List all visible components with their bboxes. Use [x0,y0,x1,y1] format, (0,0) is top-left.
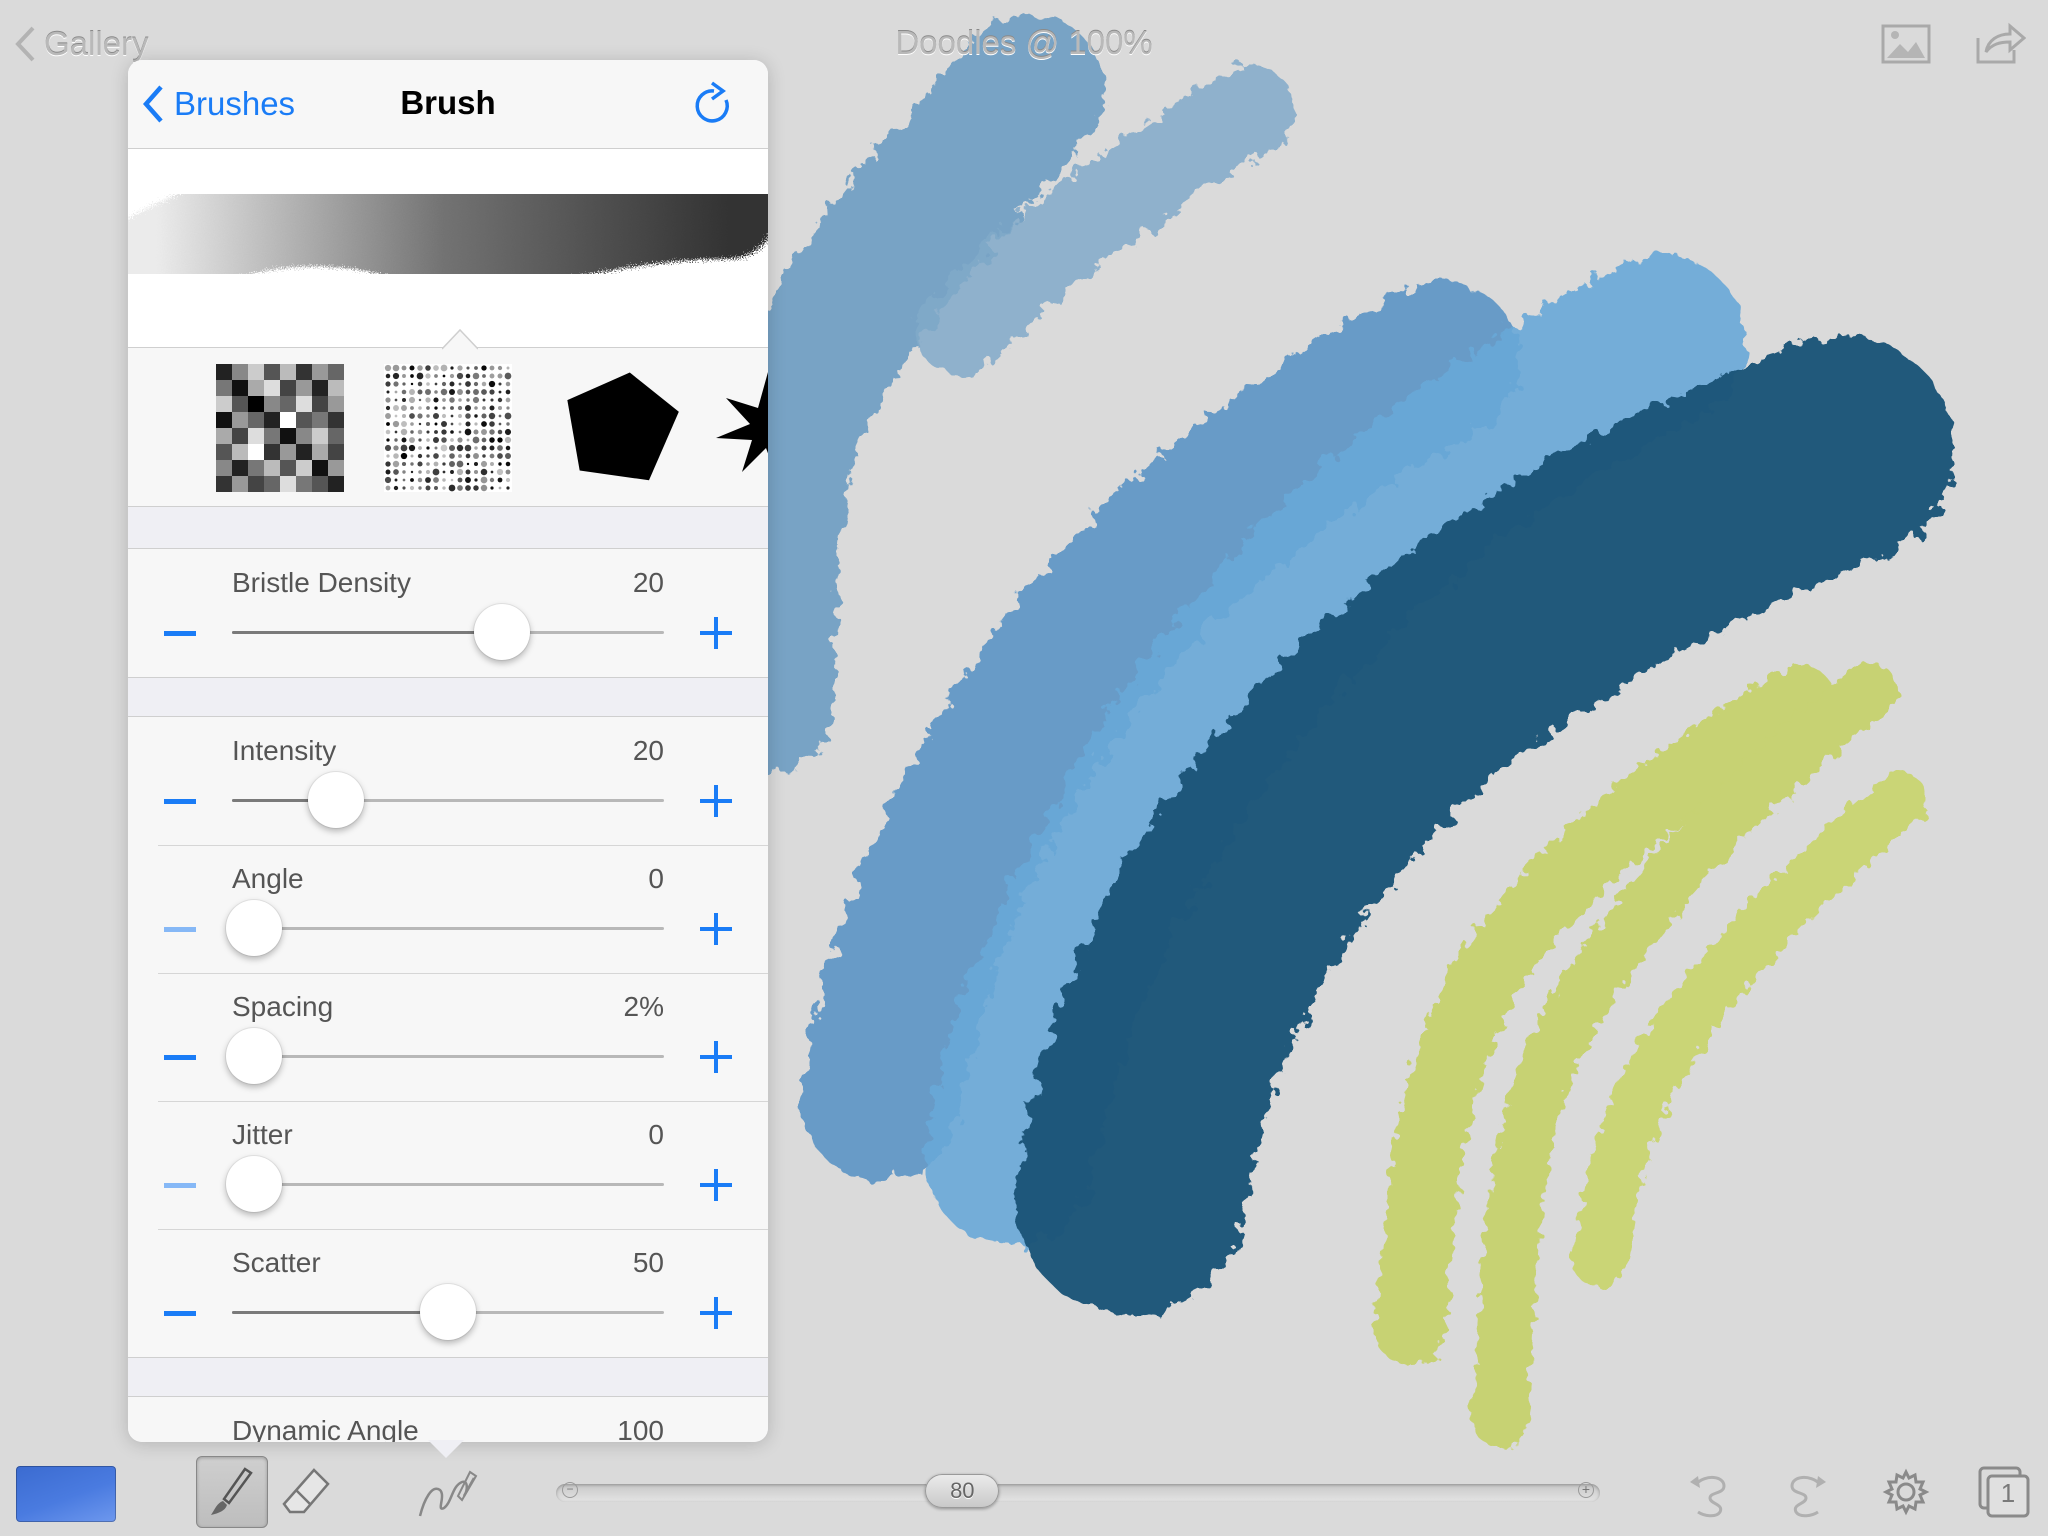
decrement-button[interactable] [164,631,196,636]
slider-thumb[interactable] [226,1156,282,1212]
panel-nav-bar: Brushes Brush [128,60,768,149]
increment-button[interactable] [700,1297,732,1329]
slider-value: 100 [617,1415,664,1442]
jitter-slider[interactable] [226,1156,664,1212]
spacing-slider[interactable] [226,1028,664,1084]
image-icon[interactable] [1880,20,1932,68]
dynamics-settings-group: Dynamic Angle 100 [128,1396,768,1442]
color-picker-button[interactable] [16,1466,116,1522]
decrement-button[interactable] [164,1055,196,1060]
bristle-density-slider[interactable] [232,604,664,660]
slider-thumb[interactable] [420,1284,476,1340]
increment-button[interactable] [700,617,732,649]
starburst-shape[interactable] [712,364,768,492]
increment-button[interactable] [700,1041,732,1073]
slider-thumb[interactable] [307,772,364,828]
smudge-tool[interactable] [412,1456,482,1526]
layer-count: 1 [2000,1478,2016,1508]
brush-size-track[interactable] [556,1484,1600,1502]
slider-row-jitter: Jitter 0 [128,1101,768,1229]
document-title: Doodles @ 100% [895,24,1153,61]
grid-squares-shape[interactable] [216,364,344,492]
increment-button[interactable] [700,785,732,817]
decrement-button[interactable] [164,1311,196,1316]
slider-label: Dynamic Angle [232,1415,419,1442]
slider-value: 20 [632,735,664,766]
slider-value: 2% [623,991,664,1022]
brush-tool[interactable] [196,1456,268,1528]
intensity-slider[interactable] [232,772,664,828]
stroke-lime-green [1375,662,1928,1448]
slider-value: 0 [648,863,664,894]
size-increase-icon[interactable]: + [1578,1482,1594,1498]
bristle-settings-group: Bristle Density 20 [128,548,768,678]
angle-slider[interactable] [226,900,664,956]
redo-icon[interactable] [1776,1462,1836,1522]
slider-thumb[interactable] [474,604,530,660]
brush-size-slider[interactable]: − + 80 [556,1474,1600,1508]
decrement-button[interactable] [164,1183,196,1188]
slider-row-dynamic-angle: Dynamic Angle 100 [128,1397,768,1442]
brush-shape-picker [128,348,768,507]
slider-label: Intensity [232,735,337,766]
slider-row-spacing: Spacing 2% [128,973,768,1101]
slider-label: Scatter [232,1247,321,1278]
size-decrease-icon[interactable]: − [562,1482,578,1498]
slider-thumb[interactable] [226,900,282,956]
brush-settings-panel: Brushes Brush Bristle Density 20 Intensi… [128,60,768,1442]
undo-icon[interactable] [1680,1462,1740,1522]
share-icon[interactable] [1974,20,2027,68]
slider-label: Bristle Density [232,567,411,598]
bottom-toolbar: − + 80 1 [0,1448,2048,1536]
gallery-back-label: Gallery [44,25,149,62]
reset-icon[interactable] [690,80,736,128]
eraser-tool[interactable] [270,1456,340,1526]
slider-row-scatter: Scatter 50 [128,1229,768,1357]
slider-row-intensity: Intensity 20 [128,717,768,845]
slider-value: 50 [632,1247,664,1278]
selected-shape-pointer [442,328,478,350]
dot-pattern-shape[interactable] [384,364,512,492]
slider-label: Spacing [232,991,334,1022]
stroke-settings-group: Intensity 20 Angle 0 Spacing 2% Jitter 0 [128,716,768,1358]
chevron-left-icon [15,26,35,62]
slider-label: Angle [232,863,304,894]
slider-value: 20 [632,567,664,598]
slider-thumb[interactable] [226,1028,282,1084]
layers-icon[interactable]: 1 [1974,1462,2034,1522]
slider-label: Jitter [232,1119,293,1150]
decrement-button[interactable] [164,799,196,804]
scatter-slider[interactable] [232,1284,664,1340]
slider-row-bristle-density: Bristle Density 20 [128,549,768,677]
brush-stroke-preview [128,149,768,348]
pentagon-shape[interactable] [560,364,684,492]
increment-button[interactable] [700,1169,732,1201]
slider-value: 0 [648,1119,664,1150]
decrement-button[interactable] [164,927,196,932]
settings-icon[interactable] [1876,1462,1936,1522]
slider-row-angle: Angle 0 [128,845,768,973]
brush-size-thumb[interactable]: 80 [925,1474,1000,1508]
panel-title: Brush [400,84,496,121]
increment-button[interactable] [700,913,732,945]
